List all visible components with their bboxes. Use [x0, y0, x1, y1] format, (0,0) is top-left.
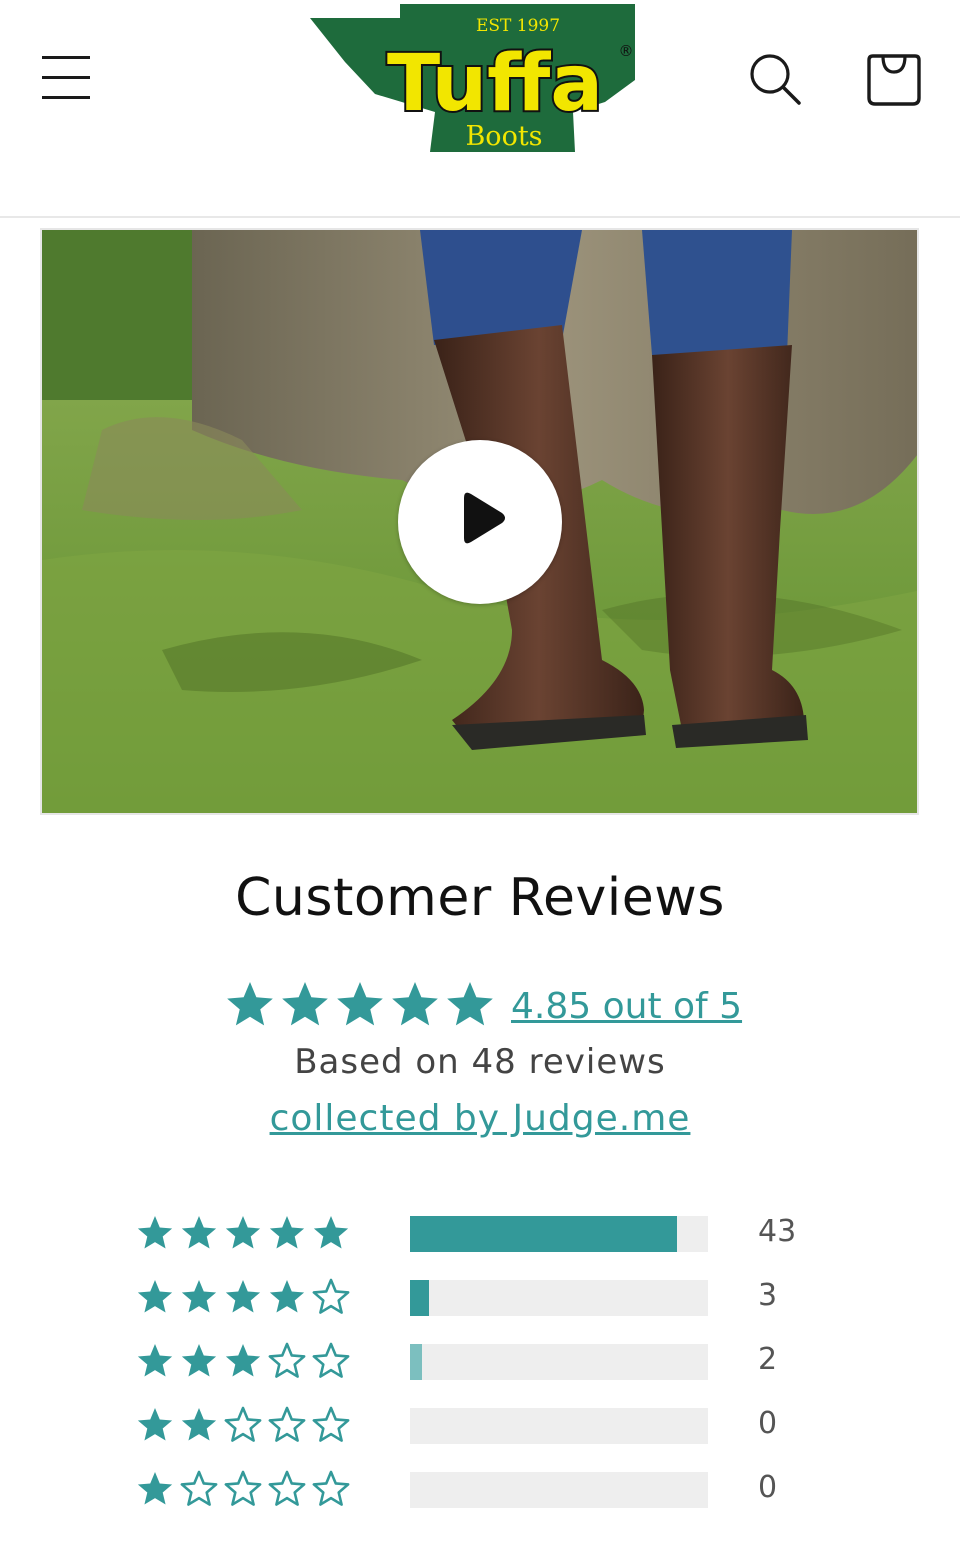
- logo-mark: ®: [619, 42, 634, 60]
- star-filled-icon: [137, 1408, 173, 1441]
- star-outline-icon: [312, 1342, 350, 1378]
- histogram-row-1-stars[interactable]: 0: [136, 1468, 836, 1512]
- menu-icon: [42, 96, 90, 99]
- play-button[interactable]: [398, 440, 562, 604]
- star-filled-icon: [181, 1344, 217, 1377]
- brand-logo[interactable]: EST 1997 Tuffa ® Boots: [305, 2, 640, 156]
- star-outline-icon: [224, 1406, 262, 1442]
- logo-brand: Tuffa: [387, 39, 603, 129]
- star-outline-icon: [268, 1406, 306, 1442]
- star-filled-icon: [269, 1280, 305, 1313]
- histogram-bar-fill: [410, 1344, 422, 1380]
- star-filled-icon: [137, 1216, 173, 1249]
- star-filled-icon: [225, 1344, 261, 1377]
- star-outline-icon: [180, 1470, 218, 1506]
- star-filled-icon: [225, 1280, 261, 1313]
- star-filled-icon: [181, 1216, 217, 1249]
- star-filled-icon: [227, 982, 273, 1026]
- histogram-stars: [137, 1406, 350, 1442]
- star-filled-icon: [447, 982, 493, 1026]
- histogram-bar-track: [410, 1472, 708, 1508]
- histogram-bar-fill: [410, 1216, 677, 1252]
- histogram-bar-track: [410, 1280, 708, 1316]
- menu-button[interactable]: [40, 52, 94, 104]
- logo-sub: Boots: [465, 121, 542, 152]
- star-filled-icon: [282, 982, 328, 1026]
- star-filled-icon: [137, 1344, 173, 1377]
- histogram-row-2-stars[interactable]: 0: [136, 1404, 836, 1448]
- star-outline-icon: [312, 1278, 350, 1314]
- reviews-title: Customer Reviews: [235, 868, 725, 928]
- star-filled-icon: [137, 1280, 173, 1313]
- histogram-stars: [137, 1342, 350, 1378]
- star-filled-icon: [181, 1408, 217, 1441]
- star-filled-icon: [225, 1216, 261, 1249]
- histogram-count: 43: [758, 1214, 797, 1249]
- star-filled-icon: [269, 1216, 305, 1249]
- search-icon: [750, 54, 801, 105]
- star-outline-icon: [268, 1470, 306, 1506]
- histogram-row-3-stars[interactable]: 2: [136, 1340, 836, 1384]
- site-header: EST 1997 Tuffa ® Boots: [0, 0, 960, 218]
- star-outline-icon: [312, 1470, 350, 1506]
- histogram-bar-fill: [410, 1280, 429, 1316]
- star-filled-icon: [181, 1280, 217, 1313]
- average-rating-link[interactable]: 4.85 out of 5: [511, 986, 742, 1027]
- menu-icon: [42, 56, 90, 59]
- product-video[interactable]: [40, 228, 919, 815]
- menu-icon: [42, 76, 90, 79]
- histogram-count: 0: [758, 1470, 778, 1505]
- cart-button[interactable]: [864, 48, 924, 110]
- cart-icon: [867, 54, 921, 106]
- histogram-count: 2: [758, 1342, 778, 1377]
- star-filled-icon: [137, 1472, 173, 1505]
- histogram-bar-track: [410, 1408, 708, 1444]
- histogram-stars: [137, 1278, 350, 1314]
- play-icon: [464, 492, 505, 544]
- average-rating-stars: [227, 982, 493, 1026]
- logo-est: EST 1997: [476, 16, 560, 36]
- star-outline-icon: [268, 1342, 306, 1378]
- search-button[interactable]: [746, 50, 804, 108]
- histogram-bar-track: [410, 1344, 708, 1380]
- star-filled-icon: [313, 1216, 349, 1249]
- histogram-count: 3: [758, 1278, 778, 1313]
- histogram-row-5-stars[interactable]: 43: [136, 1212, 836, 1256]
- star-filled-icon: [392, 982, 438, 1026]
- histogram-row-4-stars[interactable]: 3: [136, 1276, 836, 1320]
- star-outline-icon: [224, 1470, 262, 1506]
- histogram-stars: [137, 1470, 350, 1506]
- histogram-bar-track: [410, 1216, 708, 1252]
- judgeme-link[interactable]: collected by Judge.me: [0, 1098, 960, 1139]
- histogram-stars: [137, 1216, 349, 1249]
- star-filled-icon: [337, 982, 383, 1026]
- review-count-text: Based on 48 reviews: [294, 1042, 666, 1082]
- histogram-count: 0: [758, 1406, 778, 1441]
- star-outline-icon: [312, 1406, 350, 1442]
